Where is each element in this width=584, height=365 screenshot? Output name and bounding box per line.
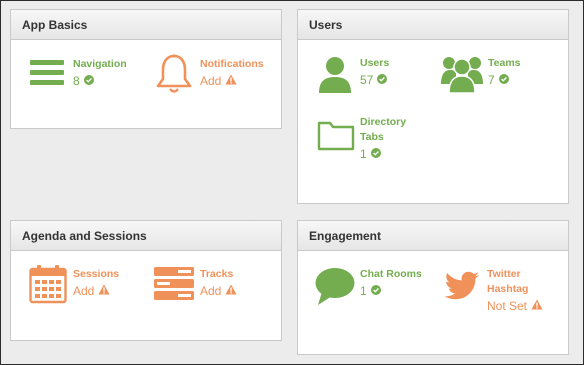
folder-icon [317,119,355,156]
check-icon [83,74,94,88]
engagement-panel: Engagement Chat Rooms 1 Twitter Hashtag … [297,220,569,355]
users-item[interactable]: Users 57 [318,56,418,96]
navigation-label: Navigation [73,58,127,70]
directory-tabs-label-line2: Tabs [360,131,384,143]
notifications-status-text: Add [200,74,222,88]
app-basics-panel: App Basics Navigation 8 Notifications Ad… [10,9,282,129]
directory-tabs-label-line1: Directory [360,116,407,128]
directory-tabs-item[interactable]: Directory Tabs 1 [317,115,427,167]
hamburger-menu-icon [30,58,66,93]
chat-rooms-item[interactable]: Chat Rooms 1 [315,267,435,309]
tracks-icon [154,267,194,306]
sessions-item[interactable]: Sessions Add [29,264,139,306]
agenda-sessions-panel: Agenda and Sessions Sessions Add Tracks … [10,220,282,341]
tracks-label: Tracks [200,268,234,280]
agenda-sessions-title: Agenda and Sessions [11,221,281,251]
app-basics-title: App Basics [11,10,281,40]
teams-item[interactable]: Teams 7 [441,54,551,96]
navigation-count: 8 [73,74,80,88]
teams-label: Teams [488,57,521,69]
notifications-item[interactable]: Notifications Add [155,53,275,97]
twitter-bird-icon [444,271,480,308]
twitter-status-text: Not Set [487,299,528,313]
engagement-title: Engagement [298,221,568,251]
warning-icon [225,74,237,88]
tracks-status-text: Add [200,284,222,298]
warning-icon [531,299,543,313]
users-label: Users [360,57,390,69]
users-panel: Users Users 57 Teams 7 Directory Tabs 1 [297,9,569,204]
warning-icon [225,284,237,298]
users-title: Users [298,10,568,40]
check-icon [377,73,388,87]
users-count: 57 [360,73,374,87]
team-icon [441,54,483,99]
directory-tabs-count: 1 [360,147,367,161]
twitter-hashtag-item[interactable]: Twitter Hashtag Not Set [444,267,564,319]
twitter-label-line2: Hashtag [487,283,529,295]
sessions-status-text: Add [73,284,95,298]
notifications-label: Notifications [200,58,264,70]
chat-rooms-label: Chat Rooms [360,268,422,280]
check-icon [370,284,381,298]
warning-icon [98,284,110,298]
teams-count: 7 [488,73,495,87]
bell-icon [155,53,193,100]
sessions-label: Sessions [73,268,120,280]
calendar-icon [29,264,67,309]
user-icon [318,56,352,99]
check-icon [370,147,381,161]
check-icon [498,73,509,87]
chat-bubble-icon [315,267,355,312]
navigation-item[interactable]: Navigation 8 [30,58,140,94]
chat-rooms-count: 1 [360,284,367,298]
twitter-label-line1: Twitter [487,268,521,280]
tracks-item[interactable]: Tracks Add [154,267,274,305]
